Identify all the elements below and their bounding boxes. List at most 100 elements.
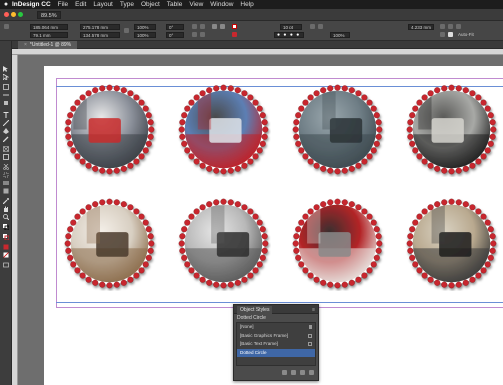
stroke-dot [106, 168, 113, 175]
type-tool-icon[interactable] [3, 105, 9, 118]
panel-title[interactable]: Object Styles [237, 306, 273, 314]
fit-frame-icon[interactable] [448, 24, 453, 29]
zoom-tool-icon[interactable] [3, 207, 10, 221]
zoom-level-field[interactable]: 89.5% [37, 10, 61, 19]
stroke-dot [348, 165, 355, 172]
minimize-window-icon[interactable] [11, 12, 16, 17]
hand-tool-icon[interactable] [3, 199, 9, 212]
opacity-field[interactable]: 100% [330, 32, 350, 38]
clear-overrides-icon[interactable] [291, 369, 296, 375]
photo-red-bus[interactable] [176, 82, 271, 177]
rectangle-frame-tool-icon[interactable] [3, 139, 9, 152]
photo-red-bus-interior[interactable] [290, 196, 385, 291]
stroke-type-dotted[interactable]: ● ● ● ● ● [274, 32, 304, 38]
style-item-basic-text-frame[interactable]: [Basic Text Frame] [237, 340, 315, 349]
scale-x-field[interactable]: 100% [134, 24, 156, 30]
apple-icon[interactable]: ● [0, 1, 12, 8]
menu-table[interactable]: Table [167, 1, 183, 8]
constrain-proportions-icon[interactable] [124, 28, 129, 33]
style-item-none[interactable]: [None] [237, 323, 315, 332]
height-field[interactable]: 134.578 mm [80, 32, 120, 38]
stroke-weight-field[interactable]: 10 pt [280, 24, 302, 30]
fill-stroke-swatches-icon[interactable] [3, 227, 10, 241]
delete-icon[interactable] [309, 369, 314, 375]
screen-mode-icon[interactable] [3, 255, 9, 268]
new-style-icon[interactable] [300, 369, 305, 375]
fill-frame-icon[interactable] [456, 24, 461, 29]
stroke-dot [184, 147, 191, 154]
menu-object[interactable]: Object [141, 1, 160, 8]
pen-tool-icon[interactable] [3, 121, 9, 134]
menu-edit[interactable]: Edit [75, 1, 86, 8]
rotate-90-cw-icon[interactable] [192, 24, 197, 29]
auto-fit-checkbox[interactable] [448, 32, 453, 37]
scale-y-field[interactable]: 100% [134, 32, 156, 38]
selection-tool-icon[interactable] [3, 59, 9, 72]
shear-field[interactable]: 0° [166, 32, 184, 38]
center-content-icon[interactable] [440, 32, 445, 37]
page-tool-icon[interactable] [3, 77, 9, 90]
flip-horizontal-icon[interactable] [192, 32, 197, 37]
photo-foggy-park[interactable] [290, 82, 385, 177]
gap-tool-icon[interactable] [3, 85, 9, 96]
stroke-swatch-icon[interactable] [232, 32, 237, 37]
pencil-tool-icon[interactable] [2, 129, 9, 143]
eyedropper-tool-icon[interactable] [2, 191, 9, 205]
folder-icon[interactable] [282, 369, 287, 375]
stroke-dot [92, 165, 99, 172]
menu-window[interactable]: Window [210, 1, 233, 8]
photo-taxi-london[interactable] [62, 82, 157, 177]
document-tab[interactable]: × *Untitled-1 @ 89% [18, 41, 78, 49]
reference-point-icon[interactable] [4, 24, 9, 29]
select-container-icon[interactable] [212, 24, 217, 29]
select-content-icon[interactable] [220, 24, 225, 29]
photo-tower-block[interactable] [176, 196, 271, 291]
rectangle-tool-icon[interactable] [3, 147, 9, 160]
menu-help[interactable]: Help [240, 1, 253, 8]
stroke-dot [487, 254, 494, 261]
y-position-field[interactable]: 79.1 mm [30, 32, 68, 38]
photo-black-cabs[interactable] [404, 82, 499, 177]
stroke-dot [70, 219, 77, 226]
menu-file[interactable]: File [58, 1, 68, 8]
photo-coffee-cup[interactable] [62, 196, 157, 291]
style-item-dotted-circle[interactable]: Dotted Circle [237, 348, 315, 357]
direct-selection-tool-icon[interactable] [2, 67, 10, 81]
stroke-dot [247, 272, 254, 279]
menu-view[interactable]: View [189, 1, 203, 8]
apply-none-icon[interactable] [3, 245, 9, 258]
panel-menu-icon[interactable]: ≡ [312, 306, 315, 314]
width-field[interactable]: 275.178 mm [80, 24, 120, 30]
menu-app-name[interactable]: InDesign CC [12, 1, 51, 8]
stroke-dot [370, 105, 377, 112]
fill-swatch-icon[interactable] [232, 24, 237, 29]
default-fill-stroke-icon[interactable] [3, 217, 10, 231]
drop-shadow-icon[interactable] [318, 24, 323, 29]
rotate-field[interactable]: 0° [166, 24, 184, 30]
maximize-window-icon[interactable] [18, 12, 23, 17]
stroke-dot [113, 199, 120, 206]
close-tab-icon[interactable]: × [24, 42, 27, 48]
content-collector-icon[interactable] [3, 93, 9, 105]
apply-color-icon[interactable] [3, 237, 9, 250]
rotate-90-ccw-icon[interactable] [200, 24, 205, 29]
stroke-dot [370, 261, 377, 268]
line-tool-icon[interactable] [2, 113, 10, 127]
gradient-tool-icon[interactable] [3, 173, 9, 185]
photo-underground-station[interactable] [404, 196, 499, 291]
stroke-dot [241, 162, 248, 169]
x-position-field[interactable]: 185.064 mm [30, 24, 68, 30]
stroke-amount-field[interactable]: 4.233 mm [408, 24, 434, 30]
style-item-basic-graphics-frame[interactable]: [Basic Graphics Frame] [237, 332, 315, 341]
menu-type[interactable]: Type [120, 1, 134, 8]
flip-vertical-icon[interactable] [200, 32, 205, 37]
close-window-icon[interactable] [4, 12, 9, 17]
stroke-dot [67, 254, 74, 261]
stroke-dot [213, 167, 220, 174]
note-tool-icon[interactable] [3, 181, 9, 194]
free-transform-tool-icon[interactable] [3, 165, 9, 178]
fit-content-icon[interactable] [440, 24, 445, 29]
scissors-tool-icon[interactable] [3, 157, 9, 170]
effects-icon[interactable] [310, 24, 315, 29]
menu-layout[interactable]: Layout [93, 1, 113, 8]
